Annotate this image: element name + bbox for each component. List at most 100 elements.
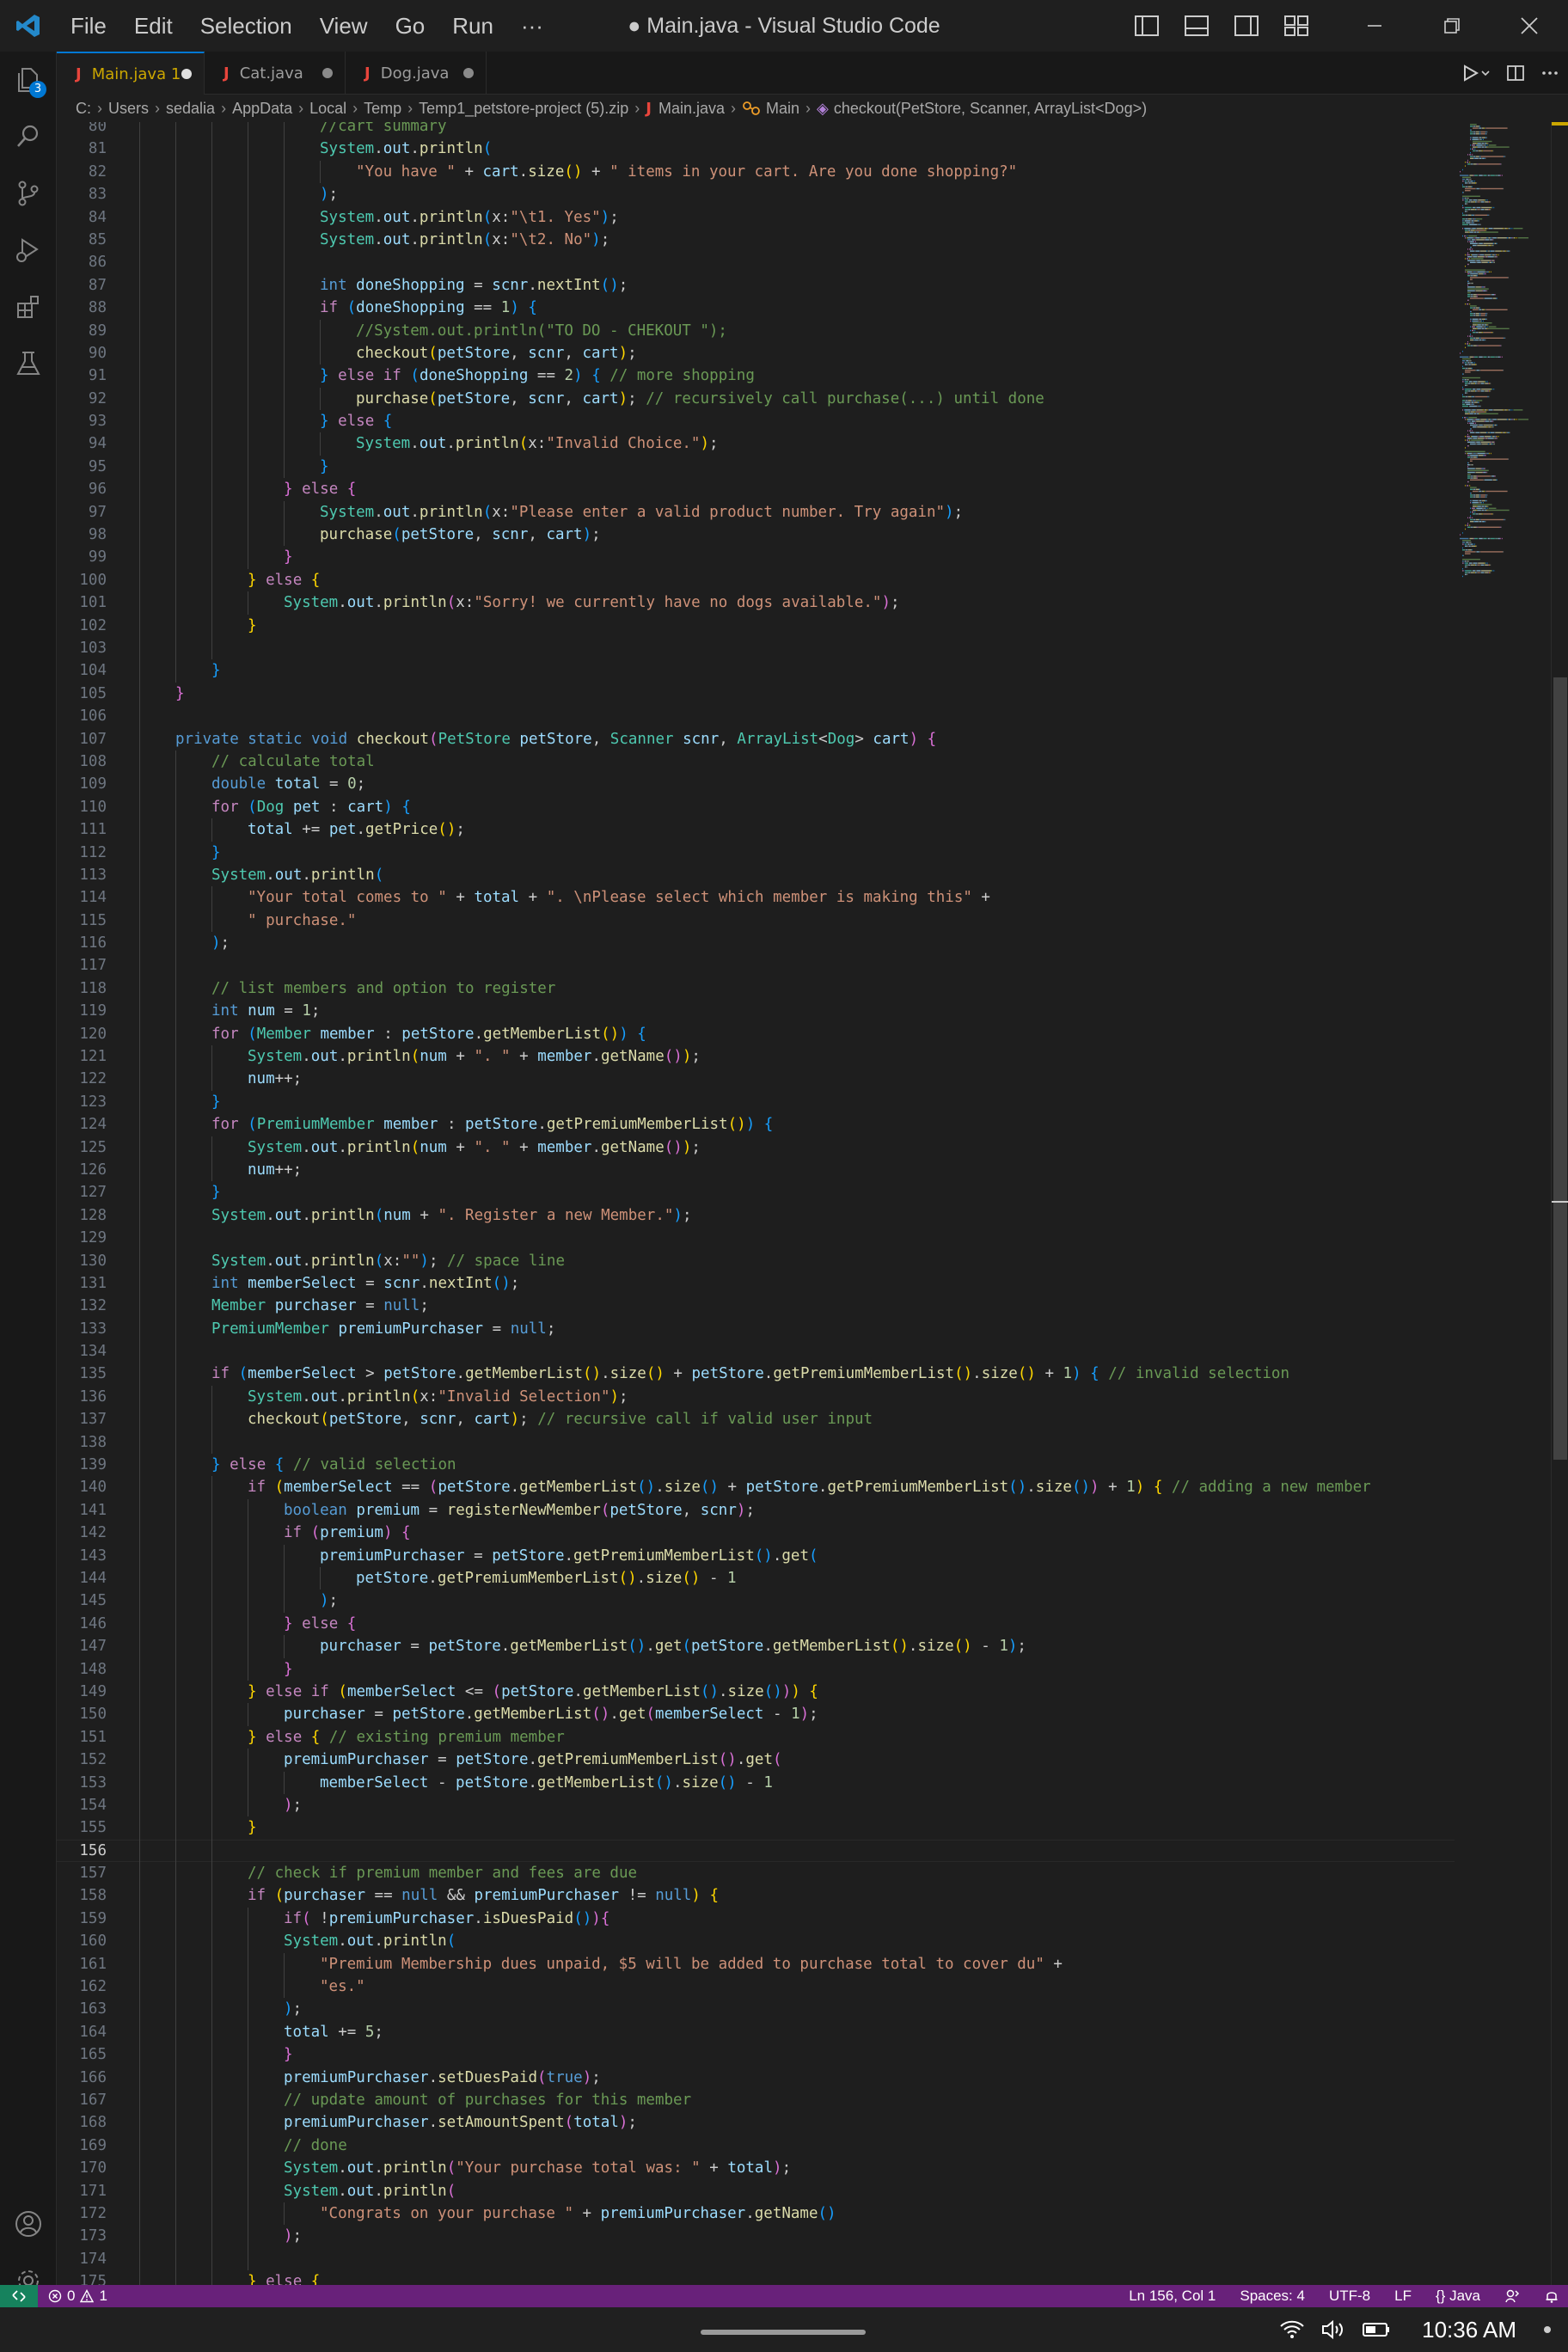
code-line[interactable]: 119 int num = 1; bbox=[57, 1000, 1455, 1023]
toggle-panel-icon[interactable] bbox=[1183, 13, 1210, 39]
menu-edit[interactable]: Edit bbox=[120, 0, 187, 52]
breadcrumb-segment[interactable]: AppData bbox=[232, 100, 292, 118]
indentation[interactable]: Spaces: 4 bbox=[1240, 2288, 1305, 2305]
code-line[interactable]: 146} else { bbox=[57, 1612, 1455, 1636]
breadcrumb-class[interactable]: Main bbox=[766, 100, 799, 118]
tab-cat-java[interactable]: J Cat.java bbox=[205, 52, 346, 95]
code-line[interactable]: 81 System.out.println( bbox=[57, 138, 1455, 161]
code-line[interactable]: 175} else { bbox=[57, 2270, 1455, 2285]
code-line[interactable]: 122 num++; bbox=[57, 1068, 1455, 1091]
run-java-icon[interactable] bbox=[1461, 63, 1491, 83]
encoding[interactable]: UTF-8 bbox=[1329, 2288, 1370, 2305]
code-line[interactable]: 102} bbox=[57, 614, 1455, 637]
code-line[interactable]: 93} else { bbox=[57, 410, 1455, 433]
code-line[interactable]: 97 System.out.println(x:"Please enter a v… bbox=[57, 500, 1455, 524]
battery-icon[interactable] bbox=[1362, 2318, 1391, 2341]
breadcrumb-segment[interactable]: Temp bbox=[364, 100, 401, 118]
code-line[interactable]: 88 if (doneShopping == 1) { bbox=[57, 297, 1455, 320]
code-line[interactable]: 147 purchaser = petStore.getMemberList().… bbox=[57, 1635, 1455, 1658]
code-line[interactable]: 128 System.out.println(num + ". Register … bbox=[57, 1204, 1455, 1228]
code-line[interactable]: 103 bbox=[57, 636, 1455, 660]
close-window-button[interactable] bbox=[1491, 0, 1568, 52]
breadcrumb-file[interactable]: Main.java bbox=[658, 100, 725, 118]
code-line[interactable]: 117 bbox=[57, 954, 1455, 977]
volume-icon[interactable] bbox=[1320, 2318, 1346, 2341]
code-line[interactable]: 87 int doneShopping = scnr.nextInt(); bbox=[57, 273, 1455, 297]
code-line[interactable]: 116); bbox=[57, 932, 1455, 955]
code-line[interactable]: 83); bbox=[57, 183, 1455, 206]
code-line[interactable]: 133 PremiumMember premiumPurchaser = null… bbox=[57, 1317, 1455, 1341]
run-debug-button[interactable] bbox=[0, 222, 57, 279]
code-line[interactable]: 156 bbox=[57, 1839, 1455, 1863]
code-line[interactable]: 143 premiumPurchaser = petStore.getPremiu… bbox=[57, 1544, 1455, 1567]
cursor-position[interactable]: Ln 156, Col 1 bbox=[1129, 2288, 1216, 2305]
code-line[interactable]: 104} bbox=[57, 659, 1455, 683]
code-line[interactable]: 114 "Your total comes to " + total + ". \… bbox=[57, 886, 1455, 910]
code-line[interactable]: 98 purchase(petStore, scnr, cart); bbox=[57, 524, 1455, 547]
code-line[interactable]: 137 checkout(petStore, scnr, cart); // re… bbox=[57, 1408, 1455, 1431]
code-line[interactable]: 129 bbox=[57, 1227, 1455, 1250]
code-line[interactable]: 105} bbox=[57, 682, 1455, 706]
code-line[interactable]: 153 memberSelect - petStore.getMemberList… bbox=[57, 1771, 1455, 1794]
code-line[interactable]: 96} else { bbox=[57, 478, 1455, 501]
code-line[interactable]: 141 boolean premium = registerNewMember(p… bbox=[57, 1498, 1455, 1522]
code-line[interactable]: 110 for (Dog pet : cart) { bbox=[57, 795, 1455, 819]
code-line[interactable]: 161 "Premium Membership dues unpaid, $5 w… bbox=[57, 1952, 1455, 1976]
menu-file[interactable]: File bbox=[57, 0, 120, 52]
code-line[interactable]: 112} bbox=[57, 841, 1455, 864]
code-line[interactable]: 166 premiumPurchaser.setDuesPaid(true); bbox=[57, 2066, 1455, 2089]
breadcrumb-method[interactable]: checkout(PetStore, Scanner, ArrayList<Do… bbox=[834, 100, 1147, 118]
language-mode[interactable]: {} Java bbox=[1436, 2288, 1480, 2305]
code-line[interactable]: 155} bbox=[57, 1816, 1455, 1840]
code-line[interactable]: 108// calculate total bbox=[57, 750, 1455, 774]
code-line[interactable]: 95} bbox=[57, 455, 1455, 479]
code-line[interactable]: 162 "es." bbox=[57, 1975, 1455, 1999]
home-indicator[interactable] bbox=[701, 2330, 866, 2335]
code-line[interactable]: 106 bbox=[57, 705, 1455, 728]
code-line[interactable]: 107 private static void checkout(PetStore… bbox=[57, 727, 1455, 750]
code-line[interactable]: 168 premiumPurchaser.setAmountSpent(total… bbox=[57, 2111, 1455, 2135]
code-line[interactable]: 170 System.out.println("Your purchase tot… bbox=[57, 2157, 1455, 2180]
tab-main-java[interactable]: J Main.java 1 bbox=[57, 52, 205, 95]
code-line[interactable]: 92 purchase(petStore, scnr, cart); // rec… bbox=[57, 387, 1455, 411]
code-line[interactable]: 132 Member purchaser = null; bbox=[57, 1295, 1455, 1318]
menu-run[interactable]: Run bbox=[438, 0, 507, 52]
code-line[interactable]: 154); bbox=[57, 1793, 1455, 1817]
code-line[interactable]: 80//cart summary bbox=[57, 122, 1455, 138]
code-line[interactable]: 90 checkout(petStore, scnr, cart); bbox=[57, 341, 1455, 365]
source-control-button[interactable] bbox=[0, 165, 57, 222]
code-line[interactable]: 99} bbox=[57, 546, 1455, 569]
code-line[interactable]: 111 total += pet.getPrice(); bbox=[57, 818, 1455, 842]
more-actions-icon[interactable] bbox=[1540, 64, 1559, 83]
code-line[interactable]: 157// check if premium member and fees a… bbox=[57, 1862, 1455, 1885]
code-line[interactable]: 169// done bbox=[57, 2134, 1455, 2158]
code-line[interactable]: 127} bbox=[57, 1181, 1455, 1204]
code-line[interactable]: 130 System.out.println(x:""); // space li… bbox=[57, 1249, 1455, 1272]
code-line[interactable]: 91} else if (doneShopping == 2) { // mor… bbox=[57, 364, 1455, 388]
explorer-button[interactable]: 3 bbox=[0, 52, 57, 108]
accounts-button[interactable] bbox=[0, 2196, 57, 2252]
tab-dog-java[interactable]: J Dog.java bbox=[346, 52, 487, 95]
scrollbar-thumb[interactable] bbox=[1553, 677, 1567, 1460]
code-line[interactable]: 126 num++; bbox=[57, 1158, 1455, 1182]
notifications-bell-icon[interactable] bbox=[1544, 2288, 1559, 2304]
code-line[interactable]: 124 for (PremiumMember member : petStore.… bbox=[57, 1113, 1455, 1136]
code-line[interactable]: 100} else { bbox=[57, 568, 1455, 592]
toggle-primary-sidebar-icon[interactable] bbox=[1133, 13, 1161, 39]
code-line[interactable]: 118// list members and option to registe… bbox=[57, 977, 1455, 1001]
menu-go[interactable]: Go bbox=[382, 0, 439, 52]
code-line[interactable]: 123} bbox=[57, 1090, 1455, 1114]
code-line[interactable]: 159 if( !premiumPurchaser.isDuesPaid()){ bbox=[57, 1907, 1455, 1931]
code-line[interactable]: 94 System.out.println(x:"Invalid Choice."… bbox=[57, 432, 1455, 456]
breadcrumb-segment[interactable]: C: bbox=[76, 100, 91, 118]
code-line[interactable]: 149} else if (memberSelect <= (petStore.… bbox=[57, 1680, 1455, 1704]
breadcrumb-segment[interactable]: Local bbox=[309, 100, 346, 118]
feedback-icon[interactable] bbox=[1504, 2288, 1520, 2304]
split-editor-icon[interactable] bbox=[1506, 64, 1525, 83]
notification-dot-icon[interactable] bbox=[1544, 2326, 1551, 2333]
code-line[interactable]: 89//System.out.println("TO DO - CHEKOUT … bbox=[57, 319, 1455, 342]
code-line[interactable]: 150 purchaser = petStore.getMemberList().… bbox=[57, 1703, 1455, 1726]
code-line[interactable]: 131 int memberSelect = scnr.nextInt(); bbox=[57, 1271, 1455, 1295]
extensions-button[interactable] bbox=[0, 279, 57, 335]
unsaved-dot-icon[interactable] bbox=[463, 68, 474, 78]
